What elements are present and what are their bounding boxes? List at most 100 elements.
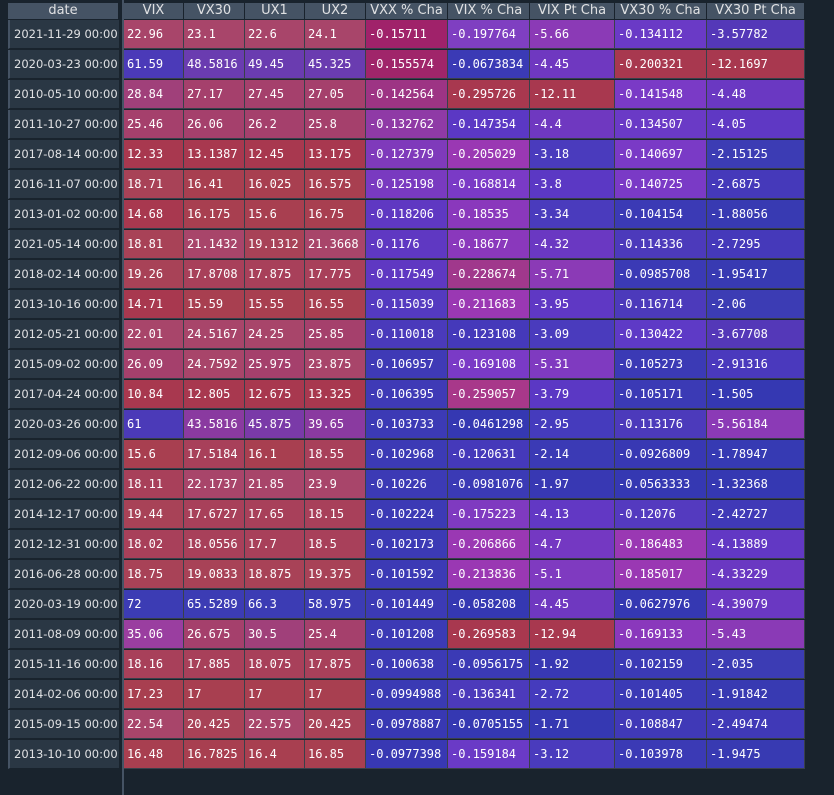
table-cell[interactable]: -0.117549 (366, 260, 448, 289)
table-cell[interactable]: 17 (245, 680, 305, 709)
table-cell[interactable]: 18.15 (305, 500, 366, 529)
table-cell[interactable]: -0.0985708 (615, 260, 707, 289)
table-cell[interactable]: 45.325 (305, 50, 366, 79)
table-cell[interactable]: -0.141548 (615, 80, 707, 109)
index-header[interactable]: date (8, 3, 119, 19)
table-cell[interactable]: 20.425 (184, 710, 245, 739)
table-cell[interactable]: -0.159184 (448, 740, 530, 769)
table-cell[interactable]: -12.1697 (707, 50, 805, 79)
table-cell[interactable]: 17 (305, 680, 366, 709)
table-cell[interactable]: 30.5 (245, 620, 305, 649)
table-cell[interactable]: -0.0705155 (448, 710, 530, 739)
table-cell[interactable]: 23.1 (184, 20, 245, 49)
row-index-date[interactable]: 2015-09-02 00:00:00 (8, 350, 119, 379)
table-cell[interactable]: -0.15711 (366, 20, 448, 49)
table-cell[interactable]: 16.7825 (184, 740, 245, 769)
table-cell[interactable]: -0.100638 (366, 650, 448, 679)
table-cell[interactable]: -5.71 (530, 260, 615, 289)
row-index-date[interactable]: 2015-11-16 00:00:00 (8, 650, 119, 679)
table-cell[interactable]: -0.127379 (366, 140, 448, 169)
table-cell[interactable]: 18.71 (124, 170, 184, 199)
table-cell[interactable]: 19.26 (124, 260, 184, 289)
table-cell[interactable]: -0.185017 (615, 560, 707, 589)
table-cell[interactable]: -0.197764 (448, 20, 530, 49)
row-index-date[interactable]: 2012-05-21 00:00:00 (8, 320, 119, 349)
table-cell[interactable]: -0.211683 (448, 290, 530, 319)
table-cell[interactable]: -0.108847 (615, 710, 707, 739)
table-cell[interactable]: 17.65 (245, 500, 305, 529)
table-cell[interactable]: 17.6727 (184, 500, 245, 529)
column-header[interactable]: VX30 % Cha (615, 3, 707, 19)
table-cell[interactable]: 61 (124, 410, 184, 439)
table-cell[interactable]: 21.1432 (184, 230, 245, 259)
row-index-date[interactable]: 2012-06-22 00:00:00 (8, 470, 119, 499)
row-index-date[interactable]: 2018-02-14 00:00:00 (8, 260, 119, 289)
row-index-date[interactable]: 2014-02-06 00:00:00 (8, 680, 119, 709)
table-cell[interactable]: 58.975 (305, 590, 366, 619)
table-cell[interactable]: -0.12076 (615, 500, 707, 529)
table-cell[interactable]: -5.56184 (707, 410, 805, 439)
table-cell[interactable]: -0.101592 (366, 560, 448, 589)
table-cell[interactable]: 16.48 (124, 740, 184, 769)
table-cell[interactable]: 17.5184 (184, 440, 245, 469)
table-cell[interactable]: -0.169108 (448, 350, 530, 379)
table-cell[interactable]: 27.45 (245, 80, 305, 109)
table-cell[interactable]: 27.17 (184, 80, 245, 109)
table-cell[interactable]: -12.11 (530, 80, 615, 109)
table-cell[interactable]: 15.55 (245, 290, 305, 319)
row-index-date[interactable]: 2016-11-07 00:00:00 (8, 170, 119, 199)
row-index-date[interactable]: 2016-06-28 00:00:00 (8, 560, 119, 589)
table-cell[interactable]: -1.97 (530, 470, 615, 499)
table-cell[interactable]: 17.23 (124, 680, 184, 709)
table-cell[interactable]: 18.0556 (184, 530, 245, 559)
table-cell[interactable]: 18.075 (245, 650, 305, 679)
table-cell[interactable]: 19.1312 (245, 230, 305, 259)
table-cell[interactable]: 16.75 (305, 200, 366, 229)
table-cell[interactable]: -12.94 (530, 620, 615, 649)
table-cell[interactable]: 16.025 (245, 170, 305, 199)
table-cell[interactable]: -2.72 (530, 680, 615, 709)
table-cell[interactable]: 16.175 (184, 200, 245, 229)
table-cell[interactable]: 21.85 (245, 470, 305, 499)
column-header[interactable]: VXX % Cha (366, 3, 448, 19)
table-cell[interactable]: -0.102224 (366, 500, 448, 529)
table-cell[interactable]: 18.02 (124, 530, 184, 559)
table-cell[interactable]: 16.41 (184, 170, 245, 199)
table-cell[interactable]: -0.175223 (448, 500, 530, 529)
table-cell[interactable]: -0.101449 (366, 590, 448, 619)
table-cell[interactable]: 49.45 (245, 50, 305, 79)
table-cell[interactable]: 17 (184, 680, 245, 709)
table-cell[interactable]: 25.975 (245, 350, 305, 379)
table-cell[interactable]: 25.85 (305, 320, 366, 349)
table-cell[interactable]: -2.42727 (707, 500, 805, 529)
table-cell[interactable]: 18.5 (305, 530, 366, 559)
table-cell[interactable]: -0.105171 (615, 380, 707, 409)
table-cell[interactable]: -1.78947 (707, 440, 805, 469)
row-index-date[interactable]: 2011-10-27 00:00:00 (8, 110, 119, 139)
table-cell[interactable]: -0.168814 (448, 170, 530, 199)
table-cell[interactable]: 25.46 (124, 110, 184, 139)
table-cell[interactable]: -4.33229 (707, 560, 805, 589)
row-index-date[interactable]: 2011-08-09 00:00:00 (8, 620, 119, 649)
table-cell[interactable]: -0.213836 (448, 560, 530, 589)
table-cell[interactable]: -2.95 (530, 410, 615, 439)
table-cell[interactable]: -0.106395 (366, 380, 448, 409)
table-cell[interactable]: -2.6875 (707, 170, 805, 199)
table-cell[interactable]: -0.0563333 (615, 470, 707, 499)
table-cell[interactable]: 19.375 (305, 560, 366, 589)
table-cell[interactable]: -2.7295 (707, 230, 805, 259)
table-cell[interactable]: -2.06 (707, 290, 805, 319)
table-cell[interactable]: -1.88056 (707, 200, 805, 229)
row-index-date[interactable]: 2012-12-31 00:00:00 (8, 530, 119, 559)
table-cell[interactable]: -4.13 (530, 500, 615, 529)
table-cell[interactable]: -2.91316 (707, 350, 805, 379)
table-cell[interactable]: -0.118206 (366, 200, 448, 229)
column-header[interactable]: UX2 (305, 3, 366, 19)
table-cell[interactable]: -0.0461298 (448, 410, 530, 439)
table-cell[interactable]: 23.875 (305, 350, 366, 379)
table-cell[interactable]: -3.12 (530, 740, 615, 769)
table-cell[interactable]: 22.6 (245, 20, 305, 49)
column-header[interactable]: VIX Pt Cha (530, 3, 615, 19)
table-cell[interactable]: -0.1176 (366, 230, 448, 259)
table-cell[interactable]: -0.18677 (448, 230, 530, 259)
